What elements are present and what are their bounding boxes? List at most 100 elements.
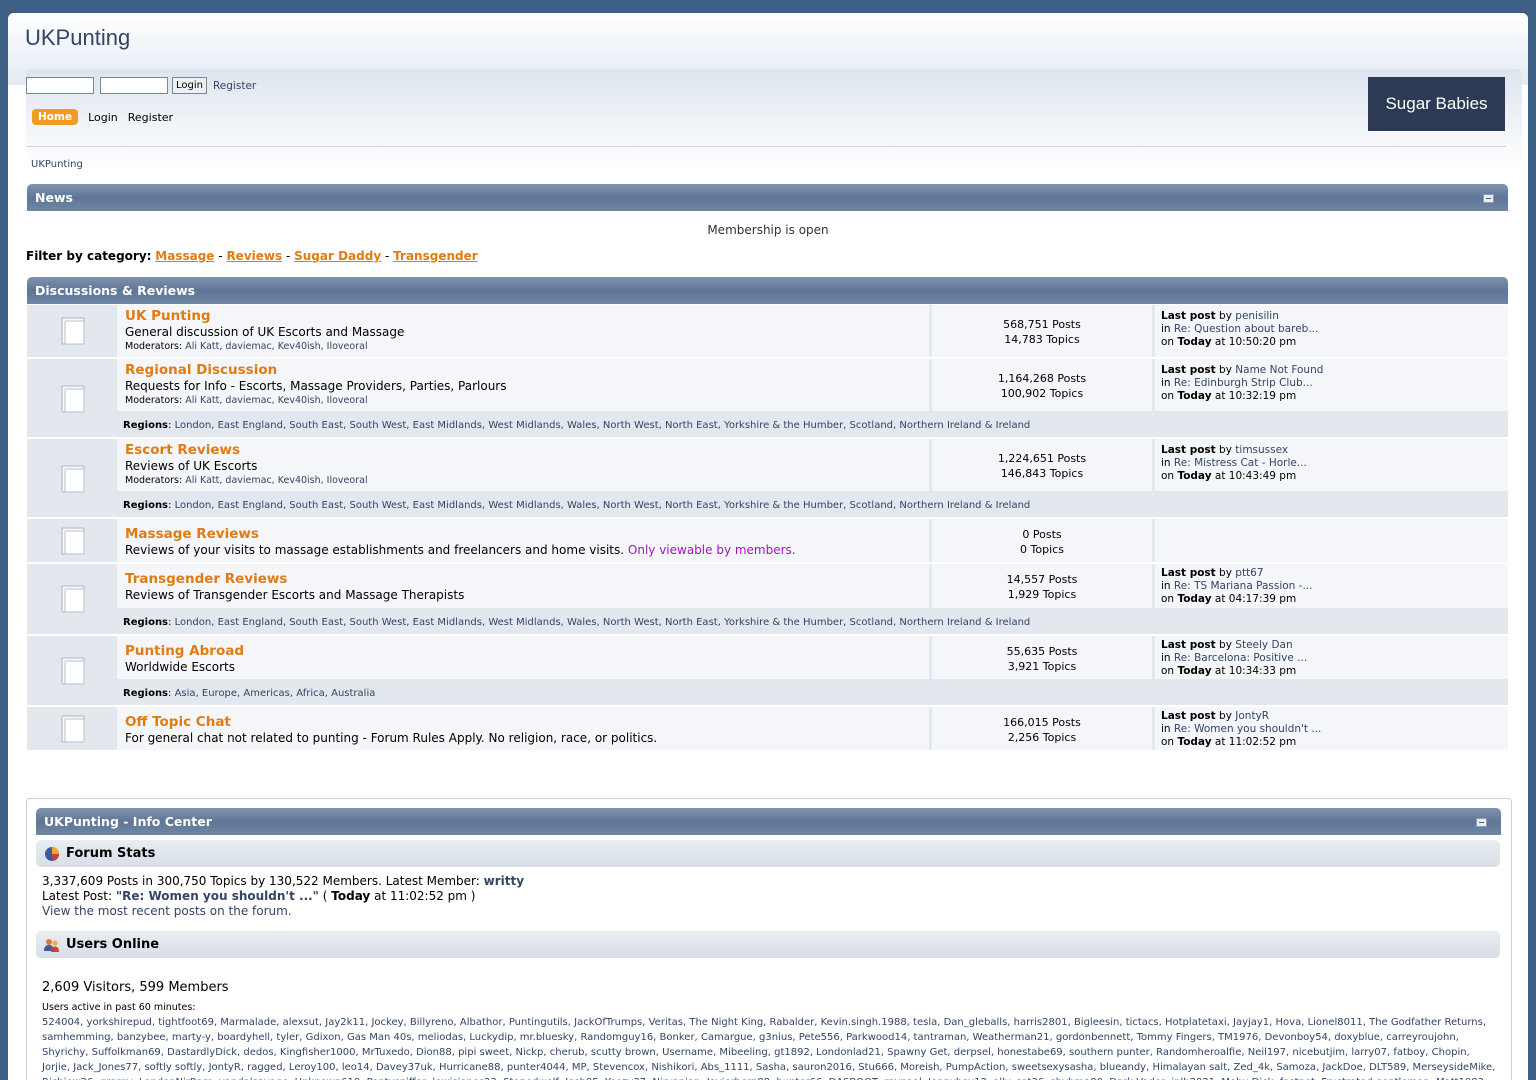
- register-link[interactable]: Register: [213, 80, 256, 92]
- board-name[interactable]: Punting Abroad: [125, 643, 929, 659]
- board-name[interactable]: Transgender Reviews: [125, 571, 929, 587]
- board-row-off-topic-chat: Off Topic Chat For general chat not rela…: [27, 707, 1508, 750]
- moderator-links[interactable]: Ali Katt, daviemac, Kev40ish, Iloveoral: [185, 395, 367, 406]
- board-stats: 0 Posts 0 Topics: [932, 519, 1152, 562]
- today-label: Today: [1177, 336, 1212, 348]
- last-post-user[interactable]: timsussex: [1235, 444, 1288, 456]
- board-info: Massage Reviews Reviews of your visits t…: [117, 519, 929, 562]
- username-input[interactable]: [26, 77, 94, 94]
- regions-label: Regions: [123, 617, 169, 628]
- board-read-icon: [61, 657, 85, 685]
- region-links[interactable]: London, East England, South East, South …: [175, 500, 1031, 511]
- board-read-icon: [61, 527, 85, 555]
- main-menu: Home Login Register: [32, 109, 173, 125]
- online-count: 2,609 Visitors, 599 Members: [42, 980, 229, 995]
- board-name[interactable]: Escort Reviews: [125, 442, 929, 458]
- last-post-user[interactable]: penisilin: [1235, 310, 1279, 322]
- login-button[interactable]: Login: [172, 77, 207, 94]
- moderators-label: Moderators:: [125, 395, 183, 406]
- board-name[interactable]: UK Punting: [125, 308, 929, 324]
- last-post-label: Last post: [1161, 364, 1216, 376]
- forum-stats-header: Forum Stats: [36, 840, 1500, 867]
- last-post-topic[interactable]: Re: TS Mariana Passion -...: [1174, 580, 1313, 592]
- recent-posts-link[interactable]: View the most recent posts on the forum.: [42, 904, 292, 918]
- topics-count: 100,902 Topics: [1000, 387, 1084, 400]
- in-label: in: [1161, 723, 1171, 735]
- board-description: Worldwide Escorts: [125, 660, 236, 674]
- board-last-post: Last post by Steely Dan in Re: Barcelona…: [1155, 636, 1508, 679]
- board-moderators: Moderators: Ali Katt, daviemac, Kev40ish…: [125, 341, 929, 352]
- last-post-user[interactable]: JontyR: [1235, 710, 1269, 722]
- board-name[interactable]: Off Topic Chat: [125, 714, 929, 730]
- on-label: on: [1161, 470, 1175, 482]
- last-post-topic[interactable]: Re: Barcelona: Positive ...: [1174, 652, 1307, 664]
- board-read-icon: [61, 317, 85, 345]
- posts-count: 0 Posts: [1022, 528, 1062, 541]
- forum-page: UKPunting Login Register Home Login Regi…: [8, 13, 1528, 1080]
- board-stats: 14,557 Posts 1,929 Topics: [932, 564, 1152, 608]
- last-post-user[interactable]: Steely Dan: [1235, 639, 1292, 651]
- board-icon-cell: [27, 519, 115, 562]
- latest-member-link[interactable]: writty: [484, 874, 524, 888]
- board-row-regional-discussion: Regional Discussion Requests for Info - …: [27, 359, 1508, 437]
- moderators-label: Moderators:: [125, 341, 183, 352]
- filter-massage[interactable]: Massage: [155, 249, 214, 263]
- last-post-label: Last post: [1161, 444, 1216, 456]
- posts-count: 166,015 Posts: [1003, 716, 1081, 729]
- board-row-uk-punting: UK Punting General discussion of UK Esco…: [27, 305, 1508, 357]
- in-label: in: [1161, 457, 1171, 469]
- moderator-links[interactable]: Ali Katt, daviemac, Kev40ish, Iloveoral: [185, 475, 367, 486]
- last-post-user[interactable]: ptt67: [1235, 567, 1263, 579]
- board-icon-cell: [27, 707, 115, 750]
- on-label: on: [1161, 336, 1175, 348]
- menu-login[interactable]: Login: [88, 111, 118, 124]
- board-stats: 568,751 Posts 14,783 Topics: [932, 305, 1152, 357]
- filter-sugar-daddy[interactable]: Sugar Daddy: [294, 249, 381, 263]
- last-post-topic[interactable]: Re: Women you shouldn't ...: [1174, 723, 1321, 735]
- board-stats: 1,224,651 Posts 146,843 Topics: [932, 439, 1152, 491]
- today-label: Today: [1177, 736, 1212, 748]
- filter-transgender[interactable]: Transgender: [393, 249, 478, 263]
- board-moderators: Moderators: Ali Katt, daviemac, Kev40ish…: [125, 395, 929, 406]
- password-input[interactable]: [100, 77, 168, 94]
- moderator-links[interactable]: Ali Katt, daviemac, Kev40ish, Iloveoral: [185, 341, 367, 352]
- last-post-time: at 04:17:39 pm: [1214, 593, 1297, 605]
- regions-label: Regions: [123, 688, 169, 699]
- posts-count: 1,164,268 Posts: [997, 372, 1087, 385]
- quick-login: Login Register: [26, 77, 256, 94]
- last-post-topic[interactable]: Re: Edinburgh Strip Club...: [1174, 377, 1313, 389]
- board-info: Off Topic Chat For general chat not rela…: [117, 707, 929, 750]
- region-links[interactable]: London, East England, South East, South …: [175, 617, 1031, 628]
- latest-post-link[interactable]: "Re: Women you shouldn't ...": [116, 889, 319, 903]
- menu-home[interactable]: Home: [32, 109, 79, 125]
- users-online-title: Users Online: [66, 937, 160, 952]
- region-links[interactable]: London, East England, South East, South …: [175, 420, 1031, 431]
- site-title[interactable]: UKPunting: [25, 25, 1528, 51]
- board-icon-cell: [27, 359, 115, 437]
- filter-reviews[interactable]: Reviews: [226, 249, 282, 263]
- active-user-links[interactable]: 524004, yorkshirepud, tightfoot69, Marma…: [42, 1017, 1495, 1080]
- regions-label: Regions: [123, 500, 169, 511]
- last-post-topic[interactable]: Re: Question about bareb...: [1174, 323, 1318, 335]
- board-last-post: Last post by timsussex in Re: Mistress C…: [1155, 439, 1508, 491]
- breadcrumb[interactable]: UKPunting: [31, 159, 83, 170]
- collapse-info-center-icon[interactable]: [1476, 818, 1487, 827]
- last-post-topic[interactable]: Re: Mistress Cat - Horle...: [1174, 457, 1307, 469]
- board-stats: 1,164,268 Posts 100,902 Topics: [932, 359, 1152, 411]
- board-description: Reviews of your visits to massage establ…: [125, 543, 929, 557]
- board-regions: Regions: Asia, Europe, Americas, Africa,…: [117, 682, 1508, 705]
- board-name[interactable]: Regional Discussion: [125, 362, 929, 378]
- last-post-time: at 10:43:49 pm: [1214, 470, 1297, 482]
- board-row-massage-reviews: Massage Reviews Reviews of your visits t…: [27, 519, 1508, 562]
- collapse-news-icon[interactable]: [1483, 194, 1494, 203]
- region-links[interactable]: Asia, Europe, Americas, Africa, Australi…: [175, 688, 376, 699]
- latest-post-paren: (: [322, 889, 328, 903]
- board-regions: Regions: London, East England, South Eas…: [117, 611, 1508, 634]
- last-post-user[interactable]: Name Not Found: [1235, 364, 1323, 376]
- board-name[interactable]: Massage Reviews: [125, 526, 929, 542]
- board-description: General discussion of UK Escorts and Mas…: [125, 325, 405, 339]
- menu-register[interactable]: Register: [128, 111, 173, 124]
- board-icon-cell: [27, 636, 115, 705]
- sugar-babies-banner[interactable]: Sugar Babies: [1368, 77, 1505, 131]
- in-label: in: [1161, 323, 1171, 335]
